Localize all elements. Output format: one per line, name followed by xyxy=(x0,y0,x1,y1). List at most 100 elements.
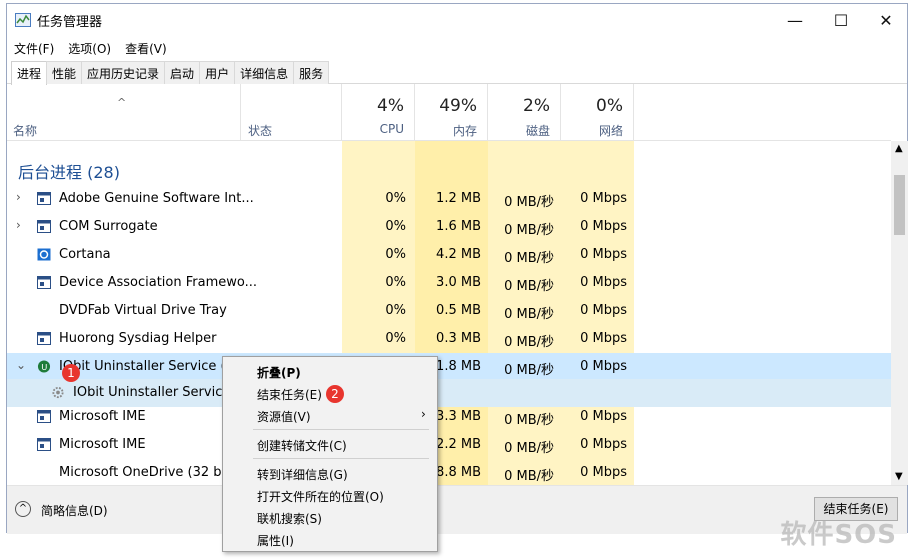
process-name: Adobe Genuine Software Int... xyxy=(59,191,254,206)
header-disk[interactable]: 2% 磁盘 xyxy=(488,84,561,141)
context-menu: 折叠(P) 结束任务(E) 2 资源值(V) › 创建转储文件(C) 转到详细信… xyxy=(222,356,438,552)
scroll-thumb[interactable] xyxy=(894,175,905,235)
maximize-button[interactable]: ☐ xyxy=(818,4,864,36)
table-row[interactable]: Microsoft OneDrive (32 bit) 8.8 MB 0 MB/秒 0… xyxy=(7,459,891,485)
table-row[interactable]: Cortana 0% 4.2 MB 0 MB/秒 0 Mbps xyxy=(7,241,891,269)
task-manager-window: 任务管理器 — ☐ ✕ 文件(F) 选项(O) 查看(V) 进程 性能 应用历史记录… xyxy=(6,3,909,534)
tab-processes[interactable]: 进程 xyxy=(11,61,48,85)
disk-value: 0 MB/秒 xyxy=(504,279,554,294)
header-cpu[interactable]: 4% CPU xyxy=(342,84,415,141)
memory-value: 3.0 MB xyxy=(436,275,481,290)
iobit-icon: U xyxy=(37,360,51,373)
menu-resource-values[interactable]: 资源值(V) xyxy=(257,408,311,425)
scroll-down-icon[interactable]: ▼ xyxy=(895,471,903,482)
network-value: 0 Mbps xyxy=(580,437,627,452)
disk-value: 0 MB/秒 xyxy=(504,195,554,210)
disk-value: 0 MB/秒 xyxy=(504,441,554,456)
memory-value: 1.6 MB xyxy=(436,219,481,234)
vertical-scrollbar[interactable]: ▲ ▼ xyxy=(891,141,908,485)
tab-services[interactable]: 服务 xyxy=(293,61,330,84)
menu-go-to-details[interactable]: 转到详细信息(G) xyxy=(257,466,348,483)
app-window-icon xyxy=(37,192,51,205)
process-name: Microsoft OneDrive (32 bit) xyxy=(59,465,236,480)
tab-app-history[interactable]: 应用历史记录 xyxy=(81,61,166,84)
app-window-icon xyxy=(37,276,51,289)
service-gear-icon xyxy=(52,386,64,399)
network-value: 0 Mbps xyxy=(580,465,627,480)
menu-file[interactable]: 文件(F) xyxy=(7,37,61,60)
cpu-value: 0% xyxy=(385,219,406,234)
watermark: 软件SOS xyxy=(780,520,897,550)
fewer-details-link[interactable]: 简略信息(D) xyxy=(41,502,108,519)
table-row-selected[interactable]: ⌄ U IObit Uninstaller Service (32 1.8 MB 0 M… xyxy=(7,353,891,381)
process-name: Microsoft IME xyxy=(59,409,146,424)
menu-bar: 文件(F) 选项(O) 查看(V) xyxy=(7,37,174,59)
process-name: IObit Uninstaller Service xyxy=(73,385,231,400)
expand-icon[interactable]: ⌄ xyxy=(16,358,26,372)
step-badge-1: 1 xyxy=(62,364,80,382)
table-row[interactable]: Microsoft IME 3.3 MB 0 MB/秒 0 Mbps xyxy=(7,403,891,431)
disk-value: 0 MB/秒 xyxy=(504,223,554,238)
status-bar: ^ 简略信息(D) 结束任务(E) xyxy=(7,485,907,534)
memory-value: 0.3 MB xyxy=(436,331,481,346)
menu-end-task[interactable]: 结束任务(E) xyxy=(257,386,322,403)
expand-icon[interactable]: › xyxy=(16,190,21,204)
disk-value: 0 MB/秒 xyxy=(504,251,554,266)
header-network[interactable]: 0% 网络 xyxy=(561,84,634,141)
scroll-up-icon[interactable]: ▲ xyxy=(895,143,903,154)
table-row[interactable]: Microsoft IME 2.2 MB 0 MB/秒 0 Mbps xyxy=(7,431,891,459)
disk-value: 0 MB/秒 xyxy=(504,335,554,350)
disk-value: 0 MB/秒 xyxy=(504,469,554,484)
process-name: DVDFab Virtual Drive Tray xyxy=(59,303,227,318)
network-value: 0 Mbps xyxy=(580,303,627,318)
tab-users[interactable]: 用户 xyxy=(199,61,236,84)
cpu-value: 0% xyxy=(385,247,406,262)
process-name: IObit Uninstaller Service (32 xyxy=(59,359,243,374)
chevron-up-icon[interactable]: ^ xyxy=(15,501,31,517)
step-badge-2: 2 xyxy=(326,385,344,403)
group-header: 后台进程 (28) xyxy=(18,163,120,182)
process-name: COM Surrogate xyxy=(59,219,158,234)
task-manager-icon xyxy=(15,13,31,27)
menu-open-file-location[interactable]: 打开文件所在的位置(O) xyxy=(257,488,384,505)
disk-value: 0 MB/秒 xyxy=(504,363,554,378)
menu-create-dump[interactable]: 创建转储文件(C) xyxy=(257,437,347,454)
menu-search-online[interactable]: 联机搜索(S) xyxy=(257,510,322,527)
menu-options[interactable]: 选项(O) xyxy=(61,37,118,60)
menu-view[interactable]: 查看(V) xyxy=(118,37,174,60)
menu-properties[interactable]: 属性(I) xyxy=(257,532,294,549)
tab-performance[interactable]: 性能 xyxy=(46,61,83,84)
expand-icon[interactable]: › xyxy=(16,218,21,232)
process-name: Device Association Framewo... xyxy=(59,275,258,290)
menu-separator xyxy=(253,458,429,459)
table-row[interactable]: › COM Surrogate 0% 1.6 MB 0 MB/秒 0 Mbps xyxy=(7,213,891,241)
menu-collapse[interactable]: 折叠(P) xyxy=(257,364,301,381)
process-name: Microsoft IME xyxy=(59,437,146,452)
tab-startup[interactable]: 启动 xyxy=(164,61,201,84)
close-button[interactable]: ✕ xyxy=(863,4,909,36)
cpu-value: 0% xyxy=(385,191,406,206)
table-row[interactable]: Huorong Sysdiag Helper 0% 0.3 MB 0 MB/秒 0 Mb… xyxy=(7,325,891,353)
network-value: 0 Mbps xyxy=(580,247,627,262)
cpu-value: 0% xyxy=(385,331,406,346)
app-window-icon xyxy=(37,220,51,233)
window-title: 任务管理器 xyxy=(37,15,103,30)
process-name: Huorong Sysdiag Helper xyxy=(59,331,217,346)
memory-value: 0.5 MB xyxy=(436,303,481,318)
disk-value: 0 MB/秒 xyxy=(504,413,554,428)
table-row[interactable]: › Adobe Genuine Software Int... 0% 1.2 MB 0 … xyxy=(7,185,891,213)
network-value: 0 Mbps xyxy=(580,191,627,206)
header-memory[interactable]: 49% 内存 xyxy=(415,84,488,141)
header-status[interactable]: 状态 xyxy=(241,84,342,141)
minimize-button[interactable]: — xyxy=(772,4,818,36)
tab-details[interactable]: 详细信息 xyxy=(234,61,295,84)
menu-separator xyxy=(253,429,429,430)
table-row[interactable]: DVDFab Virtual Drive Tray 0% 0.5 MB 0 MB/秒 0… xyxy=(7,297,891,325)
cpu-value: 0% xyxy=(385,275,406,290)
header-name[interactable]: 名称 xyxy=(7,84,241,141)
disk-value: 0 MB/秒 xyxy=(504,307,554,322)
app-window-icon xyxy=(37,410,51,423)
table-row[interactable]: Device Association Framewo... 0% 3.0 MB 0 M… xyxy=(7,269,891,297)
network-value: 0 Mbps xyxy=(580,219,627,234)
app-window-icon xyxy=(37,438,51,451)
